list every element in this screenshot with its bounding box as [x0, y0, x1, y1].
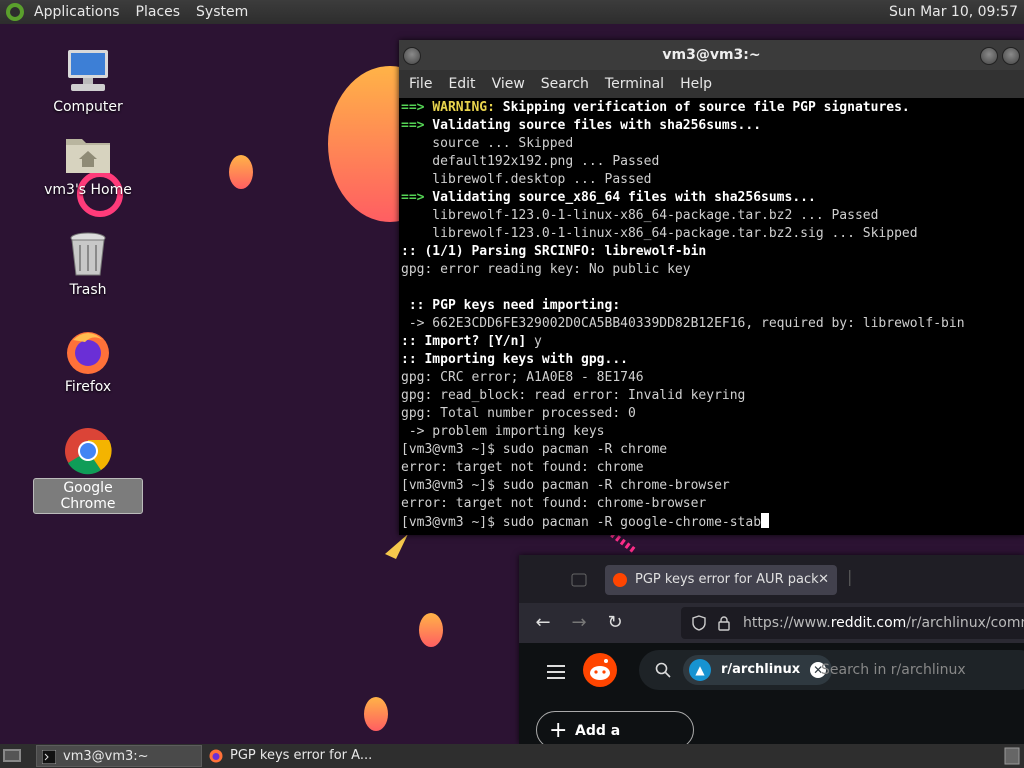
- desktop-icon-trash[interactable]: Trash: [33, 229, 143, 299]
- reddit-logo-icon[interactable]: [583, 653, 617, 687]
- terminal-line: -> problem importing keys: [401, 424, 605, 439]
- workspace-switcher-icon[interactable]: [1004, 747, 1020, 765]
- computer-icon: [68, 50, 108, 91]
- terminal-line: librewolf.desktop ... Passed: [401, 172, 652, 187]
- menu-help[interactable]: Help: [672, 76, 720, 92]
- minimize-icon[interactable]: [980, 47, 998, 65]
- subreddit-search[interactable]: ▲ r/archlinux ✕ Search in r/archlinux: [639, 650, 1024, 690]
- applications-menu[interactable]: Applications: [26, 0, 128, 24]
- task-terminal[interactable]: vm3@vm3:~: [36, 745, 202, 767]
- terminal-titlebar[interactable]: vm3@vm3:~: [399, 40, 1024, 70]
- terminal-line: gpg: CRC error; A1A0E8 - 8E1746: [401, 370, 644, 385]
- terminal-cursor: [761, 513, 770, 528]
- task-label: PGP keys error for A...: [230, 748, 373, 763]
- search-icon: [655, 662, 671, 678]
- terminal-line: error: target not found: chrome-browser: [401, 496, 707, 511]
- close-tab-icon[interactable]: ✕: [818, 565, 829, 595]
- archlinux-icon: ▲: [689, 659, 711, 681]
- firefox-icon: [67, 332, 109, 374]
- terminal-line: ==> Validating source_x86_64 files with …: [401, 190, 816, 205]
- terminal-icon: [42, 750, 56, 764]
- forward-icon[interactable]: →: [569, 613, 589, 633]
- show-desktop-icon[interactable]: [2, 747, 22, 765]
- terminal-line: librewolf-123.0-1-linux-x86_64-package.t…: [401, 226, 918, 241]
- terminal-line: source ... Skipped: [401, 136, 574, 151]
- desktop-icon-label: Trash: [69, 282, 107, 298]
- tab-separator: |: [847, 567, 853, 586]
- menu-view[interactable]: View: [484, 76, 533, 92]
- menu-search[interactable]: Search: [533, 76, 597, 92]
- terminal-line: [vm3@vm3 ~]$ sudo pacman -R chrome: [401, 442, 668, 457]
- terminal-line: [vm3@vm3 ~]$ sudo pacman -R google-chrom…: [401, 513, 1024, 531]
- back-icon[interactable]: ←: [533, 613, 553, 633]
- reload-icon[interactable]: ↻: [605, 613, 625, 633]
- tab-overview-icon[interactable]: [571, 573, 587, 587]
- chrome-icon: [65, 428, 112, 475]
- subreddit-chip-label: r/archlinux: [721, 662, 801, 677]
- terminal-line: librewolf-123.0-1-linux-x86_64-package.t…: [401, 208, 879, 223]
- maximize-icon[interactable]: [1002, 47, 1020, 65]
- url-prefix: https://www.: [743, 615, 831, 631]
- terminal-line: gpg: Total number processed: 0: [401, 406, 636, 421]
- url-path: /r/archlinux/commen: [906, 615, 1024, 631]
- menu-file[interactable]: File: [401, 76, 440, 92]
- terminal-line: error: target not found: chrome: [401, 460, 644, 475]
- terminal-output[interactable]: ==> WARNING: Skipping verification of so…: [399, 98, 1024, 531]
- terminal-line: :: PGP keys need importing:: [401, 298, 621, 313]
- terminal-title: vm3@vm3:~: [662, 47, 761, 63]
- subreddit-chip[interactable]: ▲ r/archlinux ✕: [683, 655, 833, 685]
- desktop-icon-computer[interactable]: Computer: [33, 46, 143, 116]
- system-menu[interactable]: System: [188, 0, 256, 24]
- add-comment-button[interactable]: + Add a Comment: [536, 711, 694, 744]
- desktop-icon-home[interactable]: vm3's Home: [33, 129, 143, 199]
- window-menu-icon[interactable]: [403, 47, 421, 65]
- reddit-favicon-icon: [613, 573, 627, 587]
- terminal-line: ==> Validating source files with sha256s…: [401, 118, 762, 133]
- terminal-line: gpg: error reading key: No public key: [401, 262, 691, 277]
- url-bar[interactable]: https://www.reddit.com/r/archlinux/comme…: [681, 607, 1024, 639]
- terminal-line: default192x192.png ... Passed: [401, 154, 660, 169]
- terminal-window[interactable]: vm3@vm3:~ File Edit View Search Terminal…: [399, 40, 1024, 535]
- task-browser[interactable]: PGP keys error for A...: [204, 745, 374, 767]
- terminal-line: :: Import? [Y/n] y: [401, 334, 542, 349]
- terminal-line: :: (1/1) Parsing SRCINFO: librewolf-bin: [401, 244, 707, 259]
- desktop-icon-label: vm3's Home: [44, 182, 132, 198]
- search-placeholder: Search in r/archlinux: [821, 662, 966, 678]
- taskbar: vm3@vm3:~ PGP keys error for A...: [0, 744, 1024, 768]
- url-host: reddit.com: [830, 615, 907, 631]
- desktop-icon-firefox[interactable]: Firefox: [33, 326, 143, 396]
- add-comment-label: Add a Comment: [575, 723, 621, 739]
- menu-edit[interactable]: Edit: [440, 76, 483, 92]
- nav-toolbar: ← → ↻ https://www.reddit.com/r/archlinux…: [519, 603, 1024, 643]
- tab-strip: PGP keys error for AUR pack ✕ |: [519, 555, 1024, 603]
- top-panel: Applications Places System Sun Mar 10, 0…: [0, 0, 1024, 24]
- menu-terminal[interactable]: Terminal: [597, 76, 672, 92]
- desktop-icon-chrome[interactable]: Google Chrome: [33, 426, 143, 514]
- reddit-page: ▲ r/archlinux ✕ Search in r/archlinux + …: [519, 643, 1024, 744]
- home-folder-icon: [66, 139, 110, 173]
- terminal-menubar: File Edit View Search Terminal Help: [399, 70, 1024, 98]
- places-menu[interactable]: Places: [128, 0, 189, 24]
- desktop-icon-label: Google Chrome: [33, 478, 143, 514]
- firefox-icon: [209, 749, 223, 763]
- terminal-line: [vm3@vm3 ~]$ sudo pacman -R chrome-brows…: [401, 478, 730, 493]
- task-label: vm3@vm3:~: [63, 749, 149, 764]
- clock[interactable]: Sun Mar 10, 09:57: [889, 0, 1018, 24]
- trash-icon: [70, 232, 106, 276]
- browser-window[interactable]: PGP keys error for AUR pack ✕ | ← → ↻ ht…: [519, 555, 1024, 744]
- tab-title: PGP keys error for AUR pack: [635, 572, 819, 587]
- terminal-line: -> 662E3CDD6FE329002D0CA5BB40339DD82B12E…: [401, 316, 965, 331]
- terminal-line: :: Importing keys with gpg...: [401, 352, 628, 367]
- plus-icon: +: [549, 718, 568, 743]
- hamburger-menu-icon[interactable]: [547, 661, 565, 683]
- desktop-icon-label: Firefox: [64, 379, 112, 395]
- desktop-icon-label: Computer: [53, 99, 123, 115]
- tab-reddit[interactable]: PGP keys error for AUR pack ✕: [605, 565, 837, 595]
- lock-icon[interactable]: [717, 615, 731, 631]
- shield-icon[interactable]: [691, 615, 707, 631]
- terminal-line: ==> WARNING: Skipping verification of so…: [401, 100, 910, 115]
- distro-logo-icon[interactable]: [4, 1, 26, 23]
- terminal-line: gpg: read_block: read error: Invalid key…: [401, 388, 746, 403]
